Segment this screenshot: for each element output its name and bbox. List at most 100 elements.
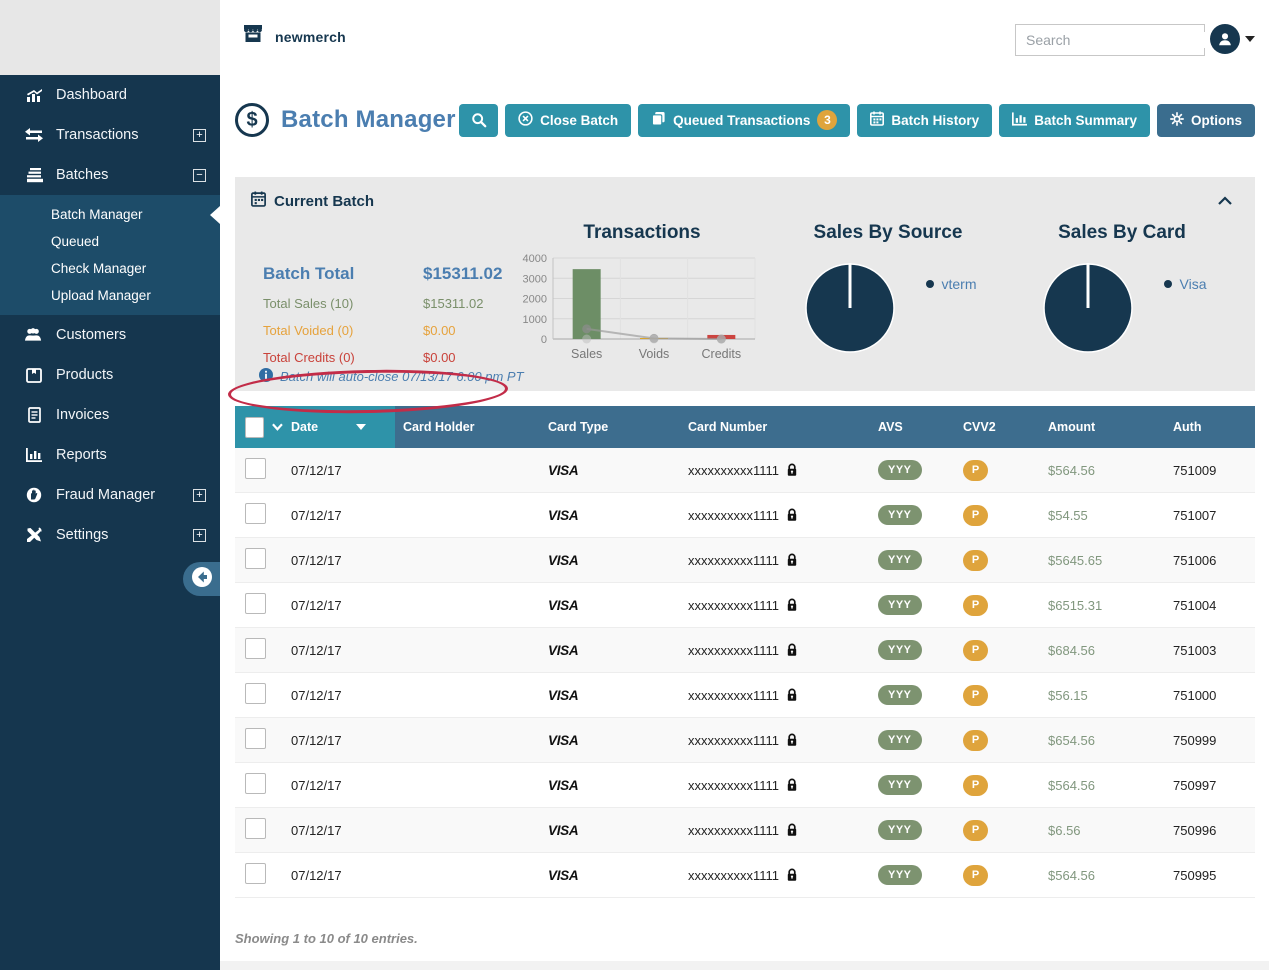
column-header-auth[interactable]: Auth — [1165, 420, 1255, 434]
cell-auth: 751000 — [1165, 688, 1255, 703]
table-row[interactable]: 07/12/17VISAxxxxxxxxxx1111YYYP$54.557510… — [235, 493, 1255, 538]
auto-close-note-text: Batch will auto-close 07/13/17 6:00 pm P… — [280, 369, 524, 384]
user-menu[interactable] — [1210, 24, 1255, 54]
sales-by-source-title: Sales By Source — [771, 222, 1005, 244]
expand-plus-icon[interactable]: + — [193, 529, 206, 542]
chevron-down-icon[interactable] — [272, 423, 283, 431]
cvv2-badge: P — [963, 550, 988, 571]
sidebar-item-batch-manager[interactable]: Batch Manager — [0, 201, 220, 228]
table-row[interactable]: 07/12/17VISAxxxxxxxxxx1111YYYP$5645.6575… — [235, 538, 1255, 583]
storefront-icon — [240, 22, 266, 51]
close-batch-button[interactable]: Close Batch — [505, 104, 631, 137]
avs-badge: YYY — [878, 640, 922, 660]
sidebar-item-dashboard[interactable]: Dashboard — [0, 75, 220, 115]
chevron-up-icon[interactable] — [1217, 196, 1233, 206]
cell-card-number: xxxxxxxxxx1111 — [680, 553, 870, 568]
table-row[interactable]: 07/12/17VISAxxxxxxxxxx1111YYYP$6515.3175… — [235, 583, 1255, 628]
row-checkbox[interactable] — [245, 773, 266, 794]
table-row[interactable]: 07/12/17VISAxxxxxxxxxx1111YYYP$564.56750… — [235, 763, 1255, 808]
search-button[interactable] — [459, 104, 498, 137]
cell-date: 07/12/17 — [283, 508, 395, 523]
row-checkbox[interactable] — [245, 728, 266, 749]
sidebar-item-reports[interactable]: Reports — [0, 435, 220, 475]
table-row[interactable]: 07/12/17VISAxxxxxxxxxx1111YYYP$564.56751… — [235, 448, 1255, 493]
column-header-avs[interactable]: AVS — [870, 420, 955, 434]
cell-cvv2: P — [955, 775, 1040, 796]
sidebar-item-products[interactable]: Products — [0, 355, 220, 395]
cell-card-type: VISA — [540, 553, 680, 568]
toolbar: Close Batch Queued Transactions 3 Batch … — [459, 104, 1255, 137]
legend-label: vterm — [942, 276, 977, 292]
total-credits-value: $0.00 — [423, 350, 456, 365]
row-checkbox[interactable] — [245, 638, 266, 659]
avatar[interactable] — [1210, 24, 1240, 54]
sales-by-source-chart: Sales By Source vterm — [771, 222, 1005, 377]
queued-transactions-button[interactable]: Queued Transactions 3 — [638, 104, 850, 137]
expand-plus-icon[interactable]: + — [193, 129, 206, 142]
select-all-checkbox[interactable] — [245, 417, 264, 438]
cell-cvv2: P — [955, 865, 1040, 886]
sidebar-collapse-button[interactable] — [183, 562, 220, 596]
column-header-card-holder[interactable]: Card Holder — [395, 420, 540, 434]
row-checkbox[interactable] — [245, 818, 266, 839]
svg-text:1000: 1000 — [523, 314, 547, 326]
table-row[interactable]: 07/12/17VISAxxxxxxxxxx1111YYYP$564.56750… — [235, 853, 1255, 898]
expand-plus-icon[interactable]: + — [193, 489, 206, 502]
batch-history-button[interactable]: Batch History — [857, 104, 992, 137]
column-header-amount[interactable]: Amount — [1040, 420, 1165, 434]
collapse-minus-icon[interactable]: − — [193, 169, 206, 182]
sidebar-item-check-manager[interactable]: Check Manager — [0, 255, 220, 282]
lock-icon — [786, 508, 798, 522]
cell-card-type: VISA — [540, 688, 680, 703]
column-header-card-number[interactable]: Card Number — [680, 420, 870, 434]
total-voided-label: Total Voided (0) — [263, 323, 423, 338]
cell-amount: $56.15 — [1040, 688, 1165, 703]
row-checkbox[interactable] — [245, 593, 266, 614]
pie-legend: Visa — [1164, 276, 1207, 292]
row-checkbox[interactable] — [245, 863, 266, 884]
cell-card-number: xxxxxxxxxx1111 — [680, 508, 870, 523]
sidebar-item-batches[interactable]: Batches − — [0, 155, 220, 195]
chevron-down-icon[interactable] — [1245, 36, 1255, 42]
sidebar-item-label: Dashboard — [56, 87, 206, 103]
sidebar-item-queued[interactable]: Queued — [0, 228, 220, 255]
sidebar-item-label: Products — [56, 367, 206, 383]
column-header-cvv2[interactable]: CVV2 — [955, 420, 1040, 434]
cell-avs: YYY — [870, 460, 955, 480]
table-row[interactable]: 07/12/17VISAxxxxxxxxxx1111YYYP$684.56751… — [235, 628, 1255, 673]
sidebar-item-customers[interactable]: Customers — [0, 315, 220, 355]
cell-date: 07/12/17 — [283, 598, 395, 613]
row-checkbox[interactable] — [245, 458, 266, 479]
top-bar: newmerch — [0, 0, 1269, 75]
table-row[interactable]: 07/12/17VISAxxxxxxxxxx1111YYYP$56.157510… — [235, 673, 1255, 718]
sort-desc-icon[interactable] — [356, 424, 366, 430]
cell-card-number: xxxxxxxxxx1111 — [680, 778, 870, 793]
table-row[interactable]: 07/12/17VISAxxxxxxxxxx1111YYYP$6.5675099… — [235, 808, 1255, 853]
brand-logo[interactable]: newmerch — [240, 22, 346, 51]
global-search — [1015, 24, 1205, 56]
row-checkbox[interactable] — [245, 548, 266, 569]
sidebar-item-upload-manager[interactable]: Upload Manager — [0, 282, 220, 309]
row-checkbox[interactable] — [245, 683, 266, 704]
cell-card-number: xxxxxxxxxx1111 — [680, 868, 870, 883]
cell-amount: $654.56 — [1040, 733, 1165, 748]
column-header-date[interactable]: Date — [283, 406, 395, 448]
avs-badge: YYY — [878, 820, 922, 840]
cell-card-number: xxxxxxxxxx1111 — [680, 643, 870, 658]
cell-amount: $564.56 — [1040, 868, 1165, 883]
cell-cvv2: P — [955, 595, 1040, 616]
sidebar-item-fraud-manager[interactable]: Fraud Manager + — [0, 475, 220, 515]
sidebar-item-label: Customers — [56, 327, 206, 343]
search-input[interactable] — [1016, 32, 1213, 48]
panel-title: Current Batch — [251, 191, 374, 211]
row-checkbox[interactable] — [245, 503, 266, 524]
batch-summary-button[interactable]: Batch Summary — [999, 104, 1150, 137]
batch-totals: Batch Total $15311.02 Total Sales (10) $… — [251, 222, 513, 377]
column-header-card-type[interactable]: Card Type — [540, 420, 680, 434]
sidebar-item-settings[interactable]: Settings + — [0, 515, 220, 555]
table-row[interactable]: 07/12/17VISAxxxxxxxxxx1111YYYP$654.56750… — [235, 718, 1255, 763]
sidebar-item-transactions[interactable]: Transactions + — [0, 115, 220, 155]
options-button[interactable]: Options — [1157, 104, 1255, 137]
sidebar-item-invoices[interactable]: Invoices — [0, 395, 220, 435]
svg-text:4000: 4000 — [523, 253, 547, 265]
